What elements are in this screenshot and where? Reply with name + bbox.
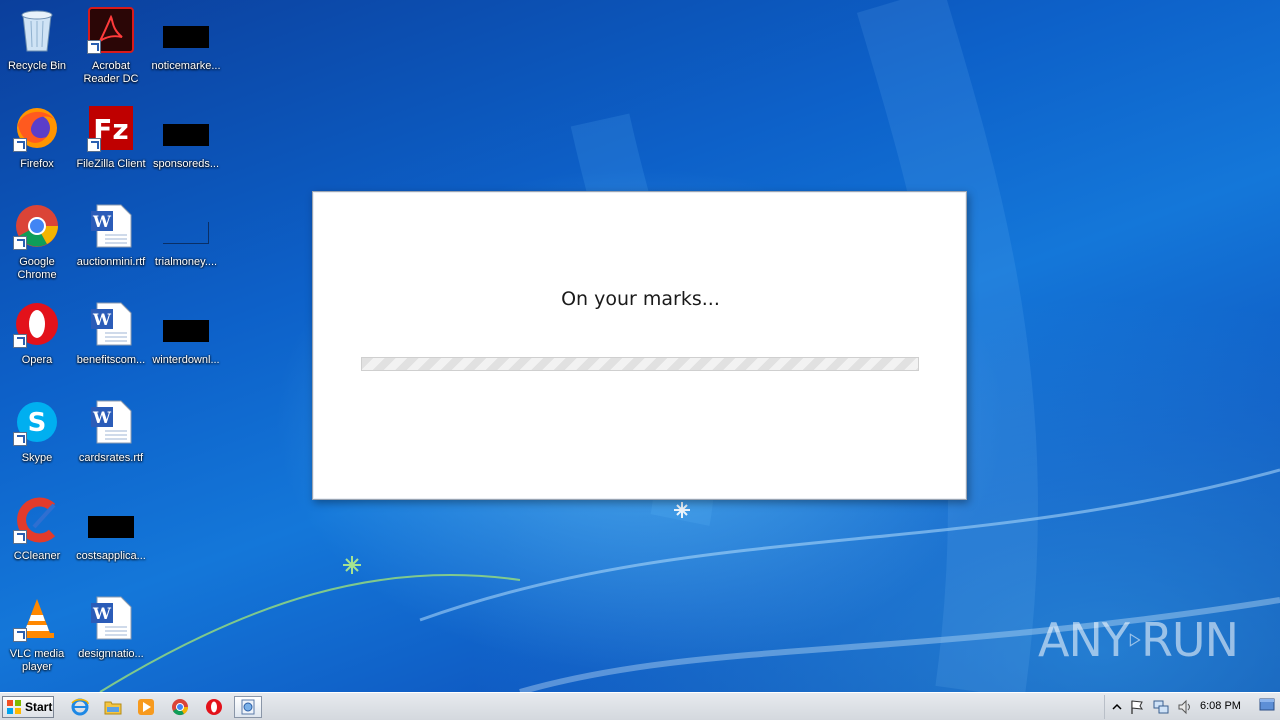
- vlc-icon: [13, 594, 61, 642]
- desktop-icon-label: Firefox: [20, 158, 54, 170]
- taskbar-chrome[interactable]: [166, 696, 194, 718]
- ccleaner-icon: [13, 496, 61, 544]
- word-document-icon: W: [87, 594, 135, 642]
- redacted-file-icon: [162, 300, 210, 348]
- taskbar-clock[interactable]: 6:08 PM: [1200, 700, 1241, 712]
- desktop-icon-firefox[interactable]: Firefox: [0, 104, 74, 196]
- chevron-up-icon: [1112, 703, 1122, 710]
- desktop-icon-label: CCleaner: [13, 550, 61, 562]
- desktop-icon-acrobat-reader[interactable]: Acrobat Reader DC: [74, 6, 148, 98]
- desktop-icon-filezilla[interactable]: Fz FileZilla Client: [74, 104, 148, 196]
- word-document-icon: W: [87, 398, 135, 446]
- loading-dialog: On your marks...: [312, 191, 967, 500]
- word-document-icon: W: [87, 300, 135, 348]
- play-triangle-icon: [1129, 633, 1141, 647]
- desktop-icon-benefitscom[interactable]: W benefitscom...: [74, 300, 148, 392]
- desktop-icon-label: Skype: [21, 452, 53, 464]
- desktop-icon-cardsrates[interactable]: W cardsrates.rtf: [74, 398, 148, 490]
- desktop-icon-label: costsapplica...: [76, 550, 146, 562]
- show-desktop-button[interactable]: [1258, 696, 1276, 714]
- taskbar-opera[interactable]: [200, 696, 228, 718]
- show-desktop-icon: [1259, 698, 1275, 711]
- watermark-text-left: ANY: [1038, 613, 1130, 667]
- internet-explorer-icon: [71, 698, 89, 716]
- desktop-icon-opera[interactable]: Opera: [0, 300, 74, 392]
- desktop: Recycle Bin Firefox Google Chrome Opera …: [0, 0, 1280, 692]
- desktop-icon-skype[interactable]: S Skype: [0, 398, 74, 490]
- svg-text:W: W: [92, 604, 112, 623]
- opera-icon: [13, 300, 61, 348]
- start-label: Start: [25, 700, 53, 714]
- desktop-icon-label: Google Chrome: [17, 256, 57, 281]
- desktop-icon-label: designnatio...: [78, 648, 144, 660]
- desktop-icon-sponsoreds[interactable]: sponsoreds...: [149, 104, 223, 196]
- svg-text:W: W: [92, 408, 112, 427]
- blank-file-icon: [162, 202, 210, 250]
- action-center-button[interactable]: [1129, 699, 1145, 715]
- taskbar: Start 6:08 PM: [0, 692, 1280, 720]
- acrobat-icon: [87, 6, 135, 54]
- taskbar-internet-explorer[interactable]: [66, 696, 94, 718]
- desktop-icon-winterdownl[interactable]: winterdownl...: [149, 300, 223, 392]
- speaker-icon: [1178, 699, 1190, 715]
- desktop-icon-label: FileZilla Client: [76, 158, 146, 170]
- anyrun-watermark: ANY RUN: [1038, 608, 1239, 672]
- desktop-icon-ccleaner[interactable]: CCleaner: [0, 496, 74, 588]
- desktop-icon-recycle-bin[interactable]: Recycle Bin: [0, 6, 74, 98]
- recycle-bin-icon: [13, 6, 61, 54]
- desktop-icon-label: cardsrates.rtf: [78, 452, 144, 464]
- word-document-icon: W: [87, 202, 135, 250]
- taskbar-active-installer[interactable]: [234, 696, 262, 718]
- desktop-icon-noticemarke[interactable]: noticemarke...: [149, 6, 223, 98]
- chrome-icon: [13, 202, 61, 250]
- desktop-icon-label: auctionmini.rtf: [76, 256, 146, 268]
- start-button[interactable]: Start: [2, 696, 54, 718]
- desktop-icon-label: sponsoreds...: [152, 158, 220, 170]
- desktop-icon-label: benefitscom...: [76, 354, 146, 366]
- windows-logo-icon: [7, 700, 21, 714]
- desktop-icon-label: Opera: [21, 354, 53, 366]
- svg-text:W: W: [92, 310, 112, 329]
- desktop-icon-designnatio[interactable]: W designnatio...: [74, 594, 148, 686]
- installer-icon: [241, 699, 255, 715]
- desktop-icon-costsapplica[interactable]: costsapplica...: [74, 496, 148, 588]
- desktop-icon-label: noticemarke...: [151, 60, 221, 72]
- folder-icon: [104, 701, 122, 715]
- desktop-icon-auctionmini[interactable]: W auctionmini.rtf: [74, 202, 148, 294]
- opera-icon: [206, 699, 222, 715]
- show-hidden-icons-button[interactable]: [1109, 699, 1125, 715]
- dialog-message: On your marks...: [561, 288, 720, 310]
- flag-icon: [1131, 700, 1144, 714]
- filezilla-icon: Fz: [87, 104, 135, 152]
- desktop-icon-google-chrome[interactable]: Google Chrome: [0, 202, 74, 294]
- desktop-icon-label: winterdownl...: [152, 354, 220, 366]
- progress-bar: [361, 357, 919, 371]
- volume-button[interactable]: [1177, 699, 1193, 715]
- desktop-icon-label: Acrobat Reader DC: [83, 60, 139, 85]
- watermark-text-right: RUN: [1140, 613, 1239, 667]
- system-tray: [1104, 695, 1280, 719]
- svg-text:W: W: [92, 212, 112, 231]
- svg-text:S: S: [28, 408, 47, 438]
- desktop-icon-trialmoney[interactable]: trialmoney....: [149, 202, 223, 294]
- redacted-file-icon: [162, 6, 210, 54]
- desktop-icon-label: Recycle Bin: [7, 60, 67, 72]
- firefox-icon: [13, 104, 61, 152]
- progress-bar-fill: [362, 358, 918, 370]
- network-button[interactable]: [1153, 699, 1169, 715]
- desktop-icon-label: trialmoney....: [154, 256, 218, 268]
- chrome-icon: [172, 699, 189, 716]
- taskbar-media-player[interactable]: [132, 696, 160, 718]
- desktop-icon-label: VLC media player: [9, 648, 65, 673]
- redacted-file-icon: [87, 496, 135, 544]
- media-player-icon: [138, 699, 154, 715]
- network-icon: [1153, 700, 1169, 714]
- redacted-file-icon: [162, 104, 210, 152]
- desktop-icon-vlc[interactable]: VLC media player: [0, 594, 74, 686]
- taskbar-file-explorer[interactable]: [99, 696, 127, 718]
- skype-icon: S: [13, 398, 61, 446]
